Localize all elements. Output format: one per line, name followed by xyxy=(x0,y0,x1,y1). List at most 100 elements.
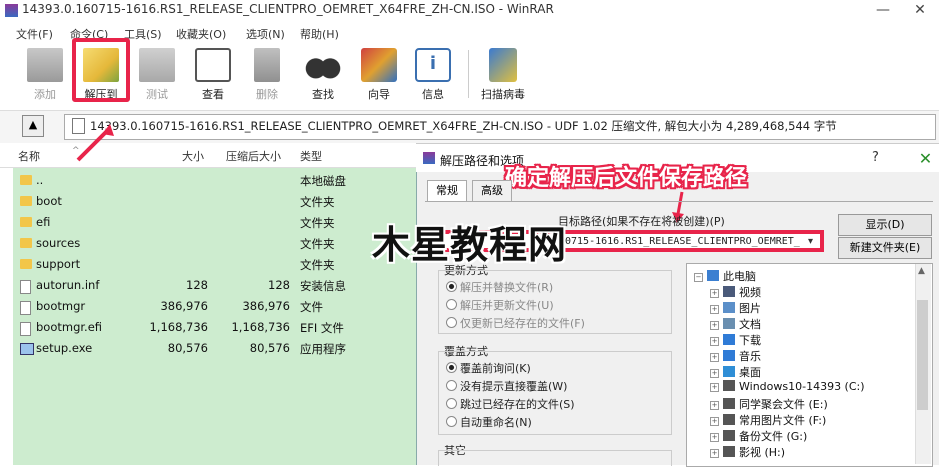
expand-icon[interactable]: + xyxy=(710,433,719,442)
option-extract-update[interactable]: 解压并更新文件(U) xyxy=(446,297,554,313)
tree-item-label: 文档 xyxy=(739,318,761,331)
option-overwrite-without-prompt[interactable]: 没有提示直接覆盖(W) xyxy=(446,378,567,394)
expand-icon[interactable]: + xyxy=(710,337,719,346)
tree-item[interactable]: + 图片 xyxy=(710,300,761,316)
expand-icon[interactable]: + xyxy=(710,417,719,426)
chevron-down-icon[interactable]: ▾ xyxy=(808,236,813,247)
tree-item-label: 同学聚会文件 (E:) xyxy=(739,398,828,411)
expand-icon[interactable]: + xyxy=(710,401,719,410)
desktop-icon xyxy=(723,366,735,377)
view-button[interactable]: 查看 xyxy=(190,46,236,104)
tab-advanced[interactable]: 高级 xyxy=(472,180,512,201)
folder-icon xyxy=(20,196,32,206)
radio-skip-existing[interactable] xyxy=(446,398,457,409)
file-row[interactable] xyxy=(13,191,416,212)
tree-scroll-thumb[interactable] xyxy=(917,300,928,410)
new-folder-button[interactable]: 新建文件夹(E) xyxy=(838,237,932,259)
wizard-button[interactable]: 向导 xyxy=(356,46,402,104)
menu-options[interactable]: 选项(N) xyxy=(246,26,285,42)
info-button[interactable]: i 信息 xyxy=(410,46,456,104)
window-title: 14393.0.160715-1616.RS1_RELEASE_CLIENTPR… xyxy=(22,2,554,16)
dialog-close-button[interactable]: ✕ xyxy=(912,146,939,172)
dialog-app-icon xyxy=(423,152,435,164)
column-type[interactable]: 类型 xyxy=(300,148,322,164)
menu-favorites[interactable]: 收藏夹(O) xyxy=(176,26,226,42)
file-packed-size: 1,168,736 xyxy=(231,320,290,334)
tree-item[interactable]: + 备份文件 (G:) xyxy=(710,428,807,444)
find-label: 查找 xyxy=(312,88,334,101)
file-name: sources xyxy=(36,236,81,250)
tree-item[interactable]: + 影视 (H:) xyxy=(710,444,785,460)
tab-general[interactable]: 常规 xyxy=(427,180,467,201)
tree-item[interactable]: + 桌面 xyxy=(710,364,761,380)
expand-icon[interactable]: + xyxy=(710,383,719,392)
scan-virus-button[interactable]: 扫描病毒 xyxy=(476,46,530,104)
menu-help[interactable]: 帮助(H) xyxy=(300,26,339,42)
close-button[interactable]: ✕ xyxy=(905,0,935,22)
scroll-up-icon[interactable]: ▲ xyxy=(918,266,925,276)
column-name[interactable]: 名称 xyxy=(18,148,40,164)
file-type: 文件夹 xyxy=(300,258,335,272)
file-type: 应用程序 xyxy=(300,342,346,356)
option-skip-existing[interactable]: 跳过已经存在的文件(S) xyxy=(446,396,575,412)
folder-icon xyxy=(20,259,32,269)
tree-item-label: 影视 (H:) xyxy=(739,446,786,459)
file-row[interactable] xyxy=(13,170,416,191)
option-extract-replace[interactable]: 解压并替换文件(R) xyxy=(446,279,553,295)
radio-extract-update[interactable] xyxy=(446,299,457,310)
tree-item[interactable]: + 视频 xyxy=(710,284,761,300)
tree-item[interactable]: + 下载 xyxy=(710,332,761,348)
tree-item[interactable]: + 文档 xyxy=(710,316,761,332)
extract-highlight-box xyxy=(72,38,130,102)
option-ask-before-overwrite[interactable]: 覆盖前询问(K) xyxy=(446,360,531,376)
radio-overwrite-without-prompt[interactable] xyxy=(446,380,457,391)
tree-item[interactable]: + 常用图片文件 (F:) xyxy=(710,412,826,428)
menu-file[interactable]: 文件(F) xyxy=(16,26,53,42)
help-button[interactable]: ? xyxy=(872,150,879,165)
drive-icon xyxy=(723,446,735,457)
expand-icon[interactable]: + xyxy=(710,369,719,378)
toolbar-separator xyxy=(468,50,469,98)
application-icon xyxy=(20,343,34,355)
option-ask-before-overwrite-label: 覆盖前询问(K) xyxy=(460,362,531,375)
radio-extract-replace[interactable] xyxy=(446,281,457,292)
tree-item[interactable]: + 音乐 xyxy=(710,348,761,364)
show-button[interactable]: 显示(D) xyxy=(838,214,932,236)
option-auto-rename-label: 自动重命名(N) xyxy=(460,416,532,429)
tree-item-label: 图片 xyxy=(739,302,761,315)
add-button[interactable]: 添加 xyxy=(22,46,68,104)
radio-ask-before-overwrite[interactable] xyxy=(446,362,457,373)
annotation-arrow xyxy=(76,124,114,162)
tree-item[interactable]: + Windows10-14393 (C:) xyxy=(710,380,865,393)
column-packed-size[interactable]: 压缩后大小 xyxy=(226,148,281,164)
file-type: 本地磁盘 xyxy=(300,174,346,188)
up-arrow-icon[interactable]: ▲ xyxy=(22,115,44,137)
radio-auto-rename[interactable] xyxy=(446,416,457,427)
option-auto-rename[interactable]: 自动重命名(N) xyxy=(446,414,532,430)
option-overwrite-without-prompt-label: 没有提示直接覆盖(W) xyxy=(460,380,568,393)
delete-button[interactable]: 删除 xyxy=(244,46,290,104)
winrar-app-icon xyxy=(5,4,18,17)
option-skip-existing-label: 跳过已经存在的文件(S) xyxy=(460,398,575,411)
minimize-button[interactable]: — xyxy=(868,0,898,22)
expand-icon[interactable]: + xyxy=(710,449,719,458)
expand-icon[interactable]: + xyxy=(710,289,719,298)
tree-item-label: 桌面 xyxy=(739,366,761,379)
file-type: EFI 文件 xyxy=(300,321,344,335)
tree-item[interactable]: + 同学聚会文件 (E:) xyxy=(710,396,828,412)
column-size[interactable]: 大小 xyxy=(182,148,204,164)
option-freshen-existing[interactable]: 仅更新已经存在的文件(F) xyxy=(446,315,585,331)
file-name: bootmgr xyxy=(36,299,86,313)
file-row[interactable] xyxy=(13,212,416,233)
tree-item-label: 下载 xyxy=(739,334,761,347)
expand-icon[interactable]: + xyxy=(710,305,719,314)
expand-icon[interactable]: + xyxy=(710,353,719,362)
expand-icon[interactable]: + xyxy=(710,321,719,330)
collapse-icon[interactable]: − xyxy=(694,273,703,282)
test-button[interactable]: 测试 xyxy=(134,46,180,104)
radio-freshen-existing[interactable] xyxy=(446,317,457,328)
find-button[interactable]: 查找 xyxy=(300,46,346,104)
archive-path-text: 14393.0.160715-1616.RS1_RELEASE_CLIENTPR… xyxy=(90,119,837,133)
file-icon xyxy=(20,280,31,294)
tree-item[interactable]: − 此电脑 xyxy=(694,268,756,284)
